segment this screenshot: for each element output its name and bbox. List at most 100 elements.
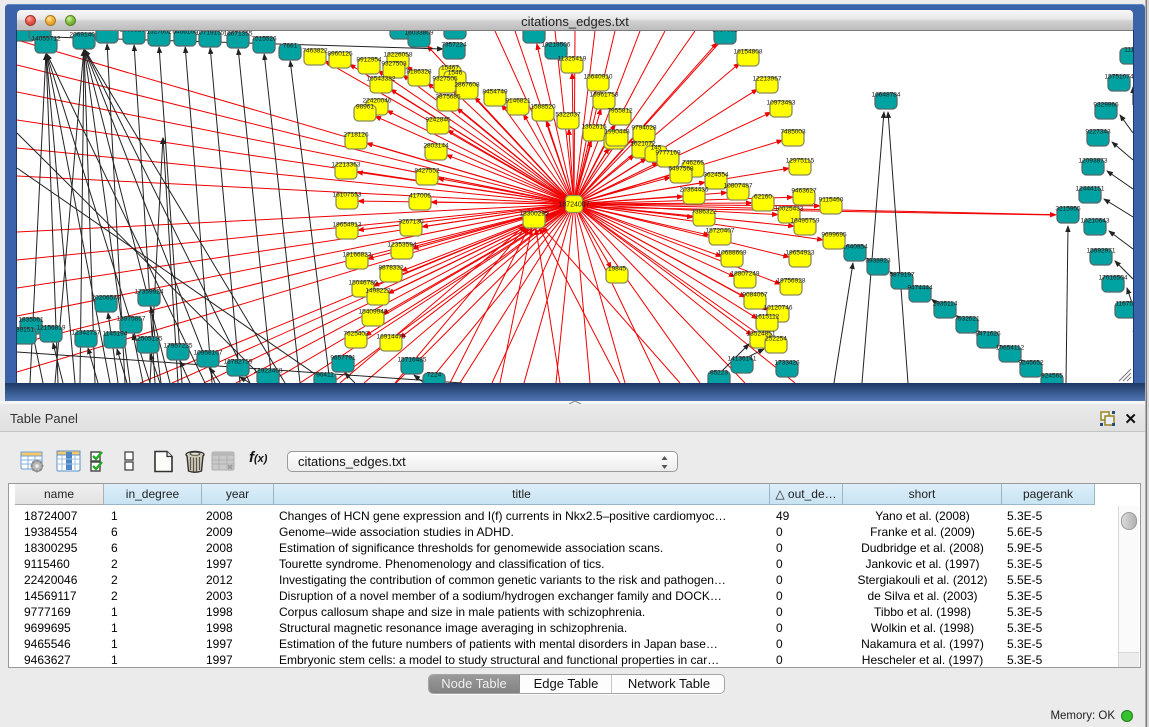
svg-text:16671355: 16671355 xyxy=(224,31,253,38)
svg-text:39151: 39151 xyxy=(17,327,34,334)
svg-text:10807487: 10807487 xyxy=(724,183,753,190)
svg-text:5322037: 5322037 xyxy=(555,112,581,119)
svg-text:10958107: 10958107 xyxy=(194,350,223,357)
svg-text:20364436: 20364436 xyxy=(680,187,709,194)
svg-text:14136141: 14136141 xyxy=(728,356,757,363)
svg-text:15692971: 15692971 xyxy=(1087,248,1116,255)
svg-text:9474444: 9474444 xyxy=(907,285,933,292)
svg-text:8427552: 8427552 xyxy=(414,168,440,175)
svg-text:16033809: 16033809 xyxy=(405,31,434,37)
svg-text:10973493: 10973493 xyxy=(767,100,796,107)
svg-text:9245652: 9245652 xyxy=(1018,360,1044,367)
svg-text:9227343: 9227343 xyxy=(1085,129,1111,136)
svg-text:8813054: 8813054 xyxy=(521,31,547,33)
svg-text:12156819: 12156819 xyxy=(37,325,66,332)
svg-text:17957225: 17957225 xyxy=(164,343,193,350)
svg-text:12093873: 12093873 xyxy=(1079,158,1108,165)
svg-text:11325419: 11325419 xyxy=(558,56,587,63)
svg-text:1835061: 1835061 xyxy=(18,317,44,324)
svg-text:1362615: 1362615 xyxy=(581,124,607,131)
svg-text:10025433: 10025433 xyxy=(775,206,804,213)
svg-text:8938923: 8938923 xyxy=(865,258,891,265)
svg-text:7386322: 7386322 xyxy=(691,209,717,216)
svg-text:9794028: 9794028 xyxy=(631,125,657,132)
svg-text:7357224: 7357224 xyxy=(441,42,467,49)
svg-text:7661: 7661 xyxy=(283,43,298,50)
svg-text:10120746: 10120746 xyxy=(764,305,793,312)
svg-text:3875685: 3875685 xyxy=(435,94,461,101)
svg-text:8878332: 8878332 xyxy=(378,265,404,272)
svg-text:8186328: 8186328 xyxy=(406,69,432,76)
svg-text:1640954: 1640954 xyxy=(842,244,868,251)
svg-text:1498222: 1498222 xyxy=(365,288,391,295)
svg-text:7955812: 7955812 xyxy=(607,108,633,115)
svg-text:19845: 19845 xyxy=(608,266,626,273)
svg-text:17016504: 17016504 xyxy=(1099,275,1128,282)
svg-text:15751074: 15751074 xyxy=(1105,74,1133,81)
svg-text:6497568: 6497568 xyxy=(668,166,694,173)
svg-text:9084067: 9084067 xyxy=(742,292,768,299)
svg-text:16961758: 16961758 xyxy=(590,92,619,99)
svg-text:15720407: 15720407 xyxy=(706,228,735,235)
svg-text:20691406: 20691406 xyxy=(70,32,99,39)
svg-text:1615112: 1615112 xyxy=(755,314,780,321)
svg-text:62160: 62160 xyxy=(754,194,772,201)
svg-text:16543382: 16543382 xyxy=(367,76,396,83)
svg-text:14055712: 14055712 xyxy=(32,36,61,43)
svg-text:7485003: 7485003 xyxy=(780,129,806,136)
svg-text:1588520: 1588520 xyxy=(530,104,556,111)
svg-text:15226058: 15226058 xyxy=(384,52,413,59)
svg-text:924565: 924565 xyxy=(1041,373,1063,380)
svg-text:9146821: 9146821 xyxy=(505,98,531,105)
svg-text:19654913: 19654913 xyxy=(333,222,362,229)
svg-text:3215955: 3215955 xyxy=(1055,206,1081,213)
svg-text:10719155: 10719155 xyxy=(196,31,225,37)
svg-text:6879197: 6879197 xyxy=(889,272,915,279)
svg-text:19756928: 19756928 xyxy=(777,278,806,285)
svg-text:12975115: 12975115 xyxy=(786,158,815,165)
svg-text:10688609: 10688609 xyxy=(718,250,747,257)
svg-text:19218506: 19218506 xyxy=(542,42,571,49)
svg-text:252254: 252254 xyxy=(765,336,787,343)
svg-text:16782759: 16782759 xyxy=(224,359,253,366)
svg-text:2803144: 2803144 xyxy=(423,143,449,150)
svg-text:116753: 116753 xyxy=(1115,301,1133,308)
svg-text:1112: 1112 xyxy=(1124,47,1133,54)
svg-text:2718126: 2718126 xyxy=(343,132,369,139)
svg-text:10653267: 10653267 xyxy=(120,31,149,34)
svg-text:19654923: 19654923 xyxy=(786,250,815,257)
svg-text:12444151: 12444151 xyxy=(1076,186,1105,193)
svg-text:3267130: 3267130 xyxy=(398,219,424,226)
svg-text:13975857: 13975857 xyxy=(117,316,146,323)
svg-text:18807249: 18807249 xyxy=(731,271,760,278)
svg-text:2087682: 2087682 xyxy=(712,31,738,34)
svg-text:8960125: 8960125 xyxy=(327,51,353,58)
svg-text:15640910: 15640910 xyxy=(584,74,613,81)
svg-text:16914479: 16914479 xyxy=(377,334,406,341)
svg-text:9777169: 9777169 xyxy=(655,150,681,157)
svg-text:16107553: 16107553 xyxy=(333,192,362,199)
svg-text:12353594: 12353594 xyxy=(388,242,417,249)
svg-text:16648784: 16648784 xyxy=(872,92,901,99)
svg-text:98961: 98961 xyxy=(356,104,374,111)
svg-text:18935: 18935 xyxy=(98,31,116,33)
svg-text:16154808: 16154808 xyxy=(734,49,763,56)
svg-text:9115460: 9115460 xyxy=(819,197,844,204)
svg-text:1990448: 1990448 xyxy=(604,129,630,136)
svg-text:8912954: 8912954 xyxy=(356,57,382,64)
svg-text:10654112: 10654112 xyxy=(996,345,1025,352)
svg-text:9657791: 9657791 xyxy=(330,355,356,362)
svg-text:12923468: 12923468 xyxy=(254,368,283,375)
svg-text:7224: 7224 xyxy=(427,372,442,379)
svg-text:16495759: 16495759 xyxy=(791,218,820,225)
svg-text:7463822: 7463822 xyxy=(302,48,328,55)
svg-text:417006: 417006 xyxy=(409,193,431,200)
svg-text:7625402: 7625402 xyxy=(343,331,369,338)
svg-text:16210643: 16210643 xyxy=(1081,218,1110,225)
svg-text:15409948: 15409948 xyxy=(359,309,388,316)
svg-text:1527602: 1527602 xyxy=(146,31,172,36)
svg-text:18724007: 18724007 xyxy=(558,202,589,209)
svg-text:1145194: 1145194 xyxy=(103,331,128,338)
svg-text:7632621: 7632621 xyxy=(954,316,980,323)
svg-text:9329966: 9329966 xyxy=(1093,102,1119,109)
